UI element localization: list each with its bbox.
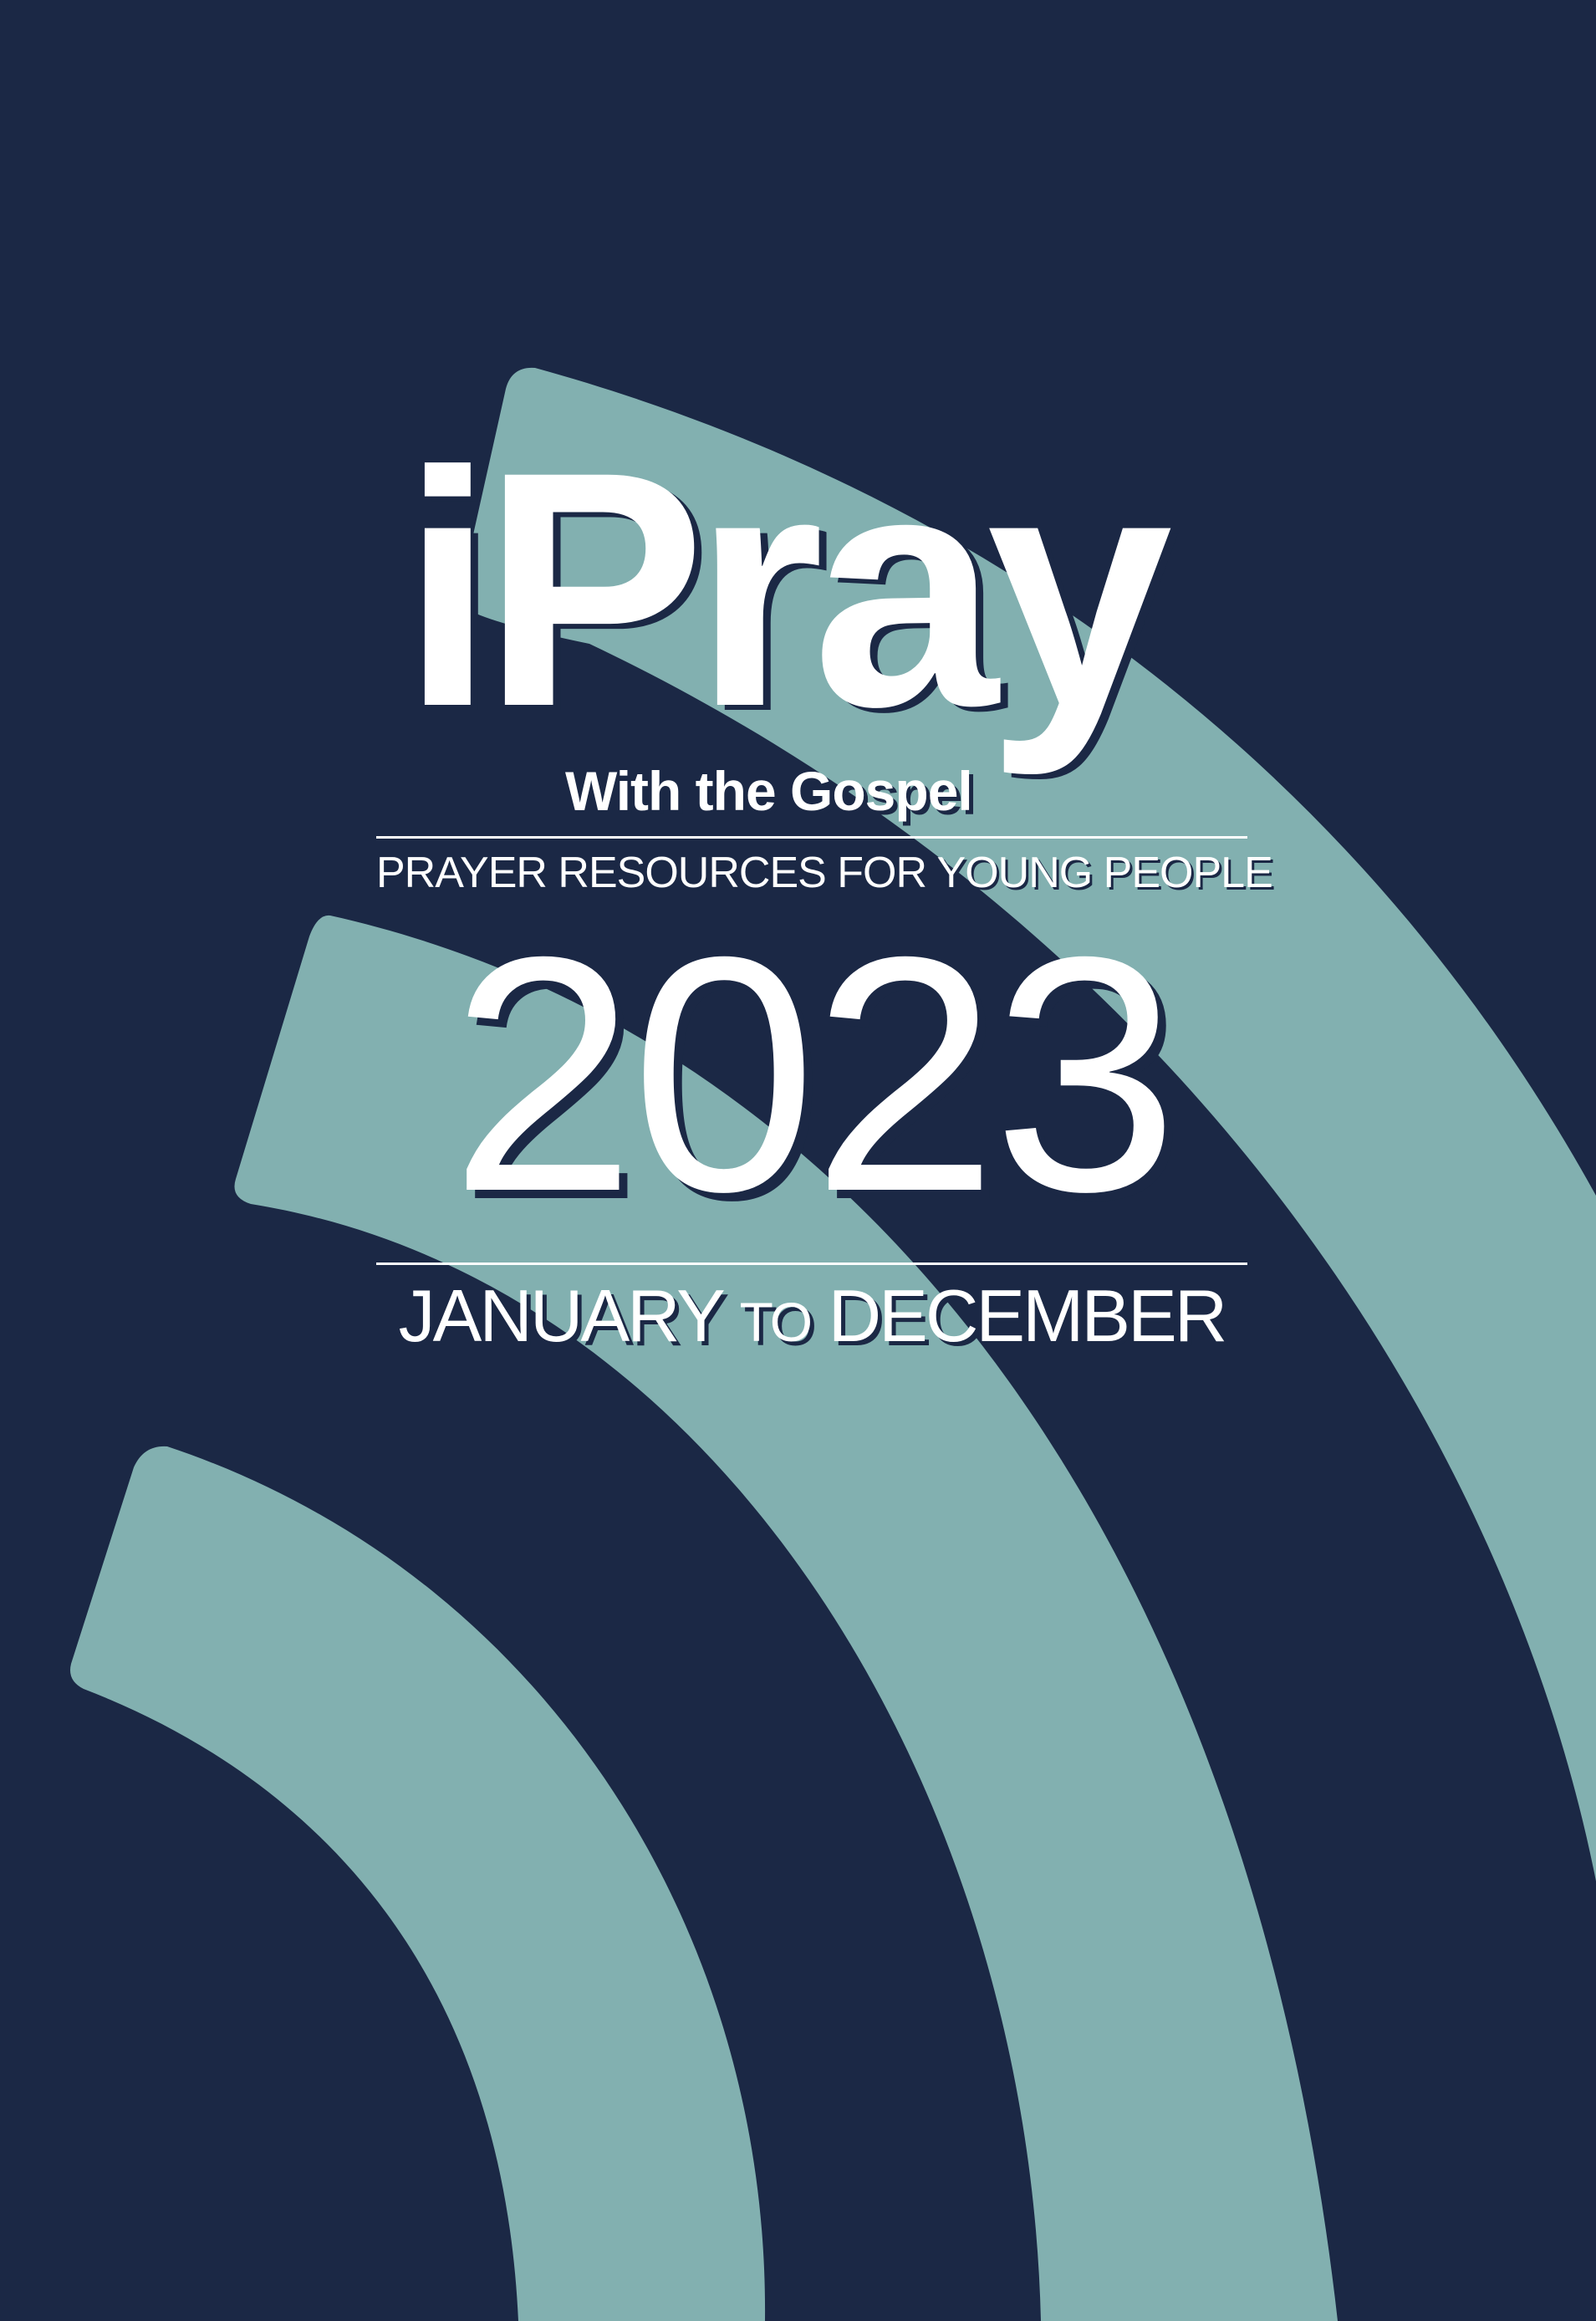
book-cover: iPray With the Gospel PRAYER RESOURCES F… bbox=[0, 0, 1596, 2321]
range-end: DECEMBER bbox=[828, 1274, 1228, 1357]
range-start: JANUARY bbox=[398, 1274, 725, 1357]
date-range: JANUARY TO DECEMBER bbox=[376, 1279, 1247, 1353]
divider-top bbox=[376, 836, 1247, 839]
tagline: With the Gospel bbox=[565, 760, 973, 822]
range-connector: TO bbox=[739, 1291, 813, 1353]
year-title: 2023 bbox=[450, 887, 1179, 1261]
ipray-logo: iPray bbox=[401, 402, 1173, 776]
arc-inner bbox=[70, 1446, 766, 2321]
divider-bottom bbox=[376, 1263, 1247, 1265]
